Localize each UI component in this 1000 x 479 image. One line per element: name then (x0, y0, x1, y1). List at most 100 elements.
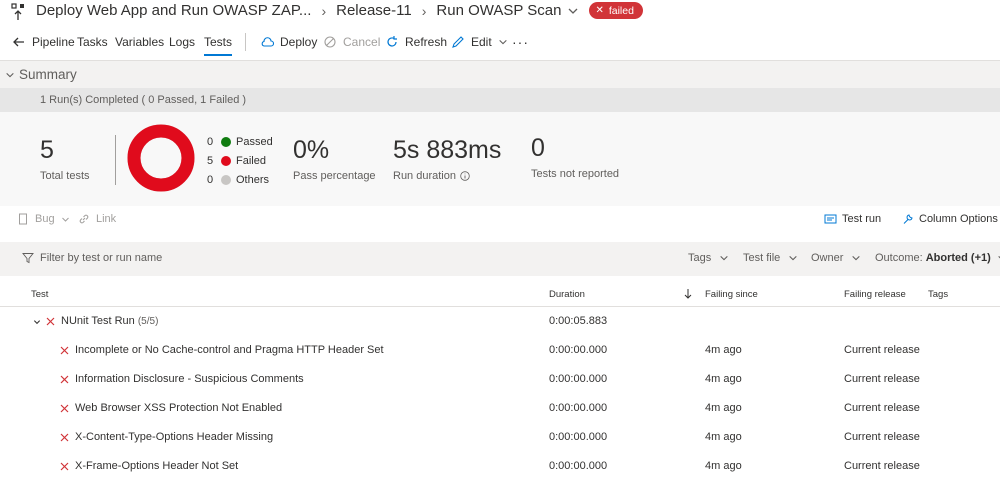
legend-passed-count: 0 (207, 136, 214, 148)
chevron-down-icon (720, 255, 728, 261)
total-tests-label: Total tests (40, 170, 90, 182)
test-failing-since: 4m ago (705, 344, 742, 356)
group-count: (5/5) (137, 316, 159, 327)
test-duration: 0:00:00.000 (549, 344, 608, 356)
breadcrumb-separator-icon: › (421, 2, 427, 19)
table-row-group[interactable]: NUnit Test Run (5/5) 0:00:05.883 (0, 307, 1000, 336)
link-button[interactable]: Link (78, 213, 116, 225)
column-header-failing-since[interactable]: Failing since (705, 289, 758, 300)
test-failing-since: 4m ago (705, 402, 742, 414)
more-actions-button[interactable]: ··· (512, 28, 529, 56)
stats-divider (115, 135, 116, 185)
breadcrumb-stage[interactable]: Run OWASP Scan (436, 2, 579, 19)
breadcrumb: Deploy Web App and Run OWASP ZAP... › Re… (36, 2, 643, 19)
info-icon[interactable] (460, 171, 470, 181)
bug-button[interactable]: Bug (17, 213, 70, 225)
page-header: Deploy Web App and Run OWASP ZAP... › Re… (0, 0, 1000, 26)
bug-label: Bug (35, 213, 55, 225)
filter-input[interactable]: Filter by test or run name (22, 252, 162, 264)
chevron-down-icon (852, 255, 861, 261)
filter-icon (22, 253, 34, 264)
breadcrumb-separator-icon: › (321, 2, 327, 19)
group-name: NUnit Test Run (61, 315, 135, 327)
table-row[interactable]: Web Browser XSS Protection Not Enabled 0… (0, 394, 1000, 423)
toolbar: Pipeline Tasks Variables Logs Tests Depl… (0, 28, 1000, 56)
owner-filter-dropdown[interactable]: Owner (811, 252, 861, 264)
refresh-button[interactable]: Refresh (385, 28, 447, 56)
pass-percentage-value: 0% (293, 136, 330, 164)
chevron-down-icon (568, 8, 578, 14)
column-header-duration[interactable]: Duration (549, 289, 585, 300)
chevron-down-icon (789, 255, 798, 261)
deploy-label: Deploy (280, 35, 318, 49)
table-row[interactable]: Incomplete or No Cache-control and Pragm… (0, 336, 1000, 365)
tab-tests[interactable]: Tests (204, 28, 233, 56)
tags-filter-label: Tags (688, 252, 712, 264)
test-file-filter-dropdown[interactable]: Test file (743, 252, 798, 264)
failed-icon (60, 433, 69, 442)
tab-logs[interactable]: Logs (169, 28, 195, 56)
test-duration: 0:00:00.000 (549, 460, 608, 472)
column-options-button[interactable]: Column Options (902, 213, 998, 225)
sort-descending-icon[interactable] (684, 288, 692, 299)
pencil-icon (452, 36, 464, 48)
legend-failed: 5 Failed (207, 155, 266, 167)
bug-icon (19, 213, 27, 225)
test-failing-release: Current release (844, 344, 920, 356)
table-row[interactable]: X-Frame-Options Header Not Set 0:00:00.0… (0, 452, 1000, 479)
breadcrumb-release[interactable]: Release-11 (336, 2, 412, 19)
refresh-label: Refresh (405, 35, 448, 49)
test-failing-since: 4m ago (705, 431, 742, 443)
run-status-banner: 1 Run(s) Completed ( 0 Passed, 1 Failed … (0, 88, 1000, 112)
refresh-icon (387, 36, 397, 47)
test-actions-bar: Bug Link Test run Column Options (0, 206, 1000, 236)
cancel-button[interactable]: Cancel (323, 28, 380, 56)
release-pipeline-icon[interactable] (10, 3, 26, 21)
summary-section-header[interactable]: Summary (0, 60, 1000, 88)
test-failing-release: Current release (844, 402, 920, 414)
summary-title: Summary (19, 67, 77, 82)
tab-variables[interactable]: Variables (115, 28, 164, 56)
table-header: Test Duration Failing since Failing rele… (0, 280, 1000, 307)
failed-dot-icon (221, 156, 231, 166)
run-duration-label: Run duration (393, 170, 456, 182)
legend-failed-count: 5 (207, 155, 214, 167)
deploy-button[interactable]: Deploy (260, 28, 317, 56)
stage-label: Run OWASP Scan (436, 2, 562, 19)
status-badge: ✕ failed (589, 2, 643, 19)
legend-others-label: Others (236, 174, 270, 186)
column-header-tags[interactable]: Tags (928, 289, 948, 300)
link-label: Link (96, 213, 117, 225)
test-duration: 0:00:00.000 (549, 402, 608, 414)
test-failing-release: Current release (844, 460, 920, 472)
back-to-pipeline-button[interactable]: Pipeline (12, 28, 75, 56)
test-name: Information Disclosure - Suspicious Comm… (75, 373, 304, 385)
tags-filter-dropdown[interactable]: Tags (688, 252, 729, 264)
test-name: Web Browser XSS Protection Not Enabled (75, 402, 283, 414)
chevron-down-icon (61, 217, 69, 222)
table-row[interactable]: Information Disclosure - Suspicious Comm… (0, 365, 1000, 394)
test-run-label: Test run (842, 213, 882, 225)
breadcrumb-pipeline[interactable]: Deploy Web App and Run OWASP ZAP... (36, 2, 311, 19)
column-header-failing-release[interactable]: Failing release (844, 289, 906, 300)
tab-tasks[interactable]: Tasks (77, 28, 108, 56)
group-name-wrap: NUnit Test Run (5/5) (61, 315, 158, 327)
failed-icon (60, 462, 69, 471)
edit-button[interactable]: Edit (451, 28, 508, 56)
owner-filter-label: Owner (811, 252, 844, 264)
total-tests-value: 5 (40, 136, 54, 164)
column-header-test[interactable]: Test (31, 289, 48, 300)
outcome-filter-dropdown[interactable]: Outcome: Aborted (+1) (875, 252, 1000, 264)
table-row[interactable]: X-Content-Type-Options Header Missing 0:… (0, 423, 1000, 452)
chevron-down-icon (498, 39, 507, 45)
chevron-down-icon[interactable] (33, 318, 41, 326)
wrench-icon (903, 214, 913, 224)
test-name: X-Frame-Options Header Not Set (75, 460, 239, 472)
pass-percentage-label: Pass percentage (293, 170, 376, 182)
summary-stats: 5 Total tests 0 Passed 5 Failed 0 Others… (0, 112, 1000, 206)
test-failing-release: Current release (844, 373, 920, 385)
back-label: Pipeline (32, 35, 75, 49)
test-run-button[interactable]: Test run (824, 213, 881, 225)
legend-passed: 0 Passed (207, 136, 273, 148)
edit-label: Edit (471, 35, 492, 49)
